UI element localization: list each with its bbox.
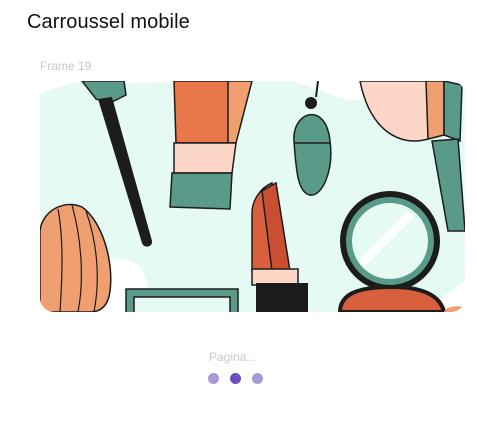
frame-label: Frame 19 <box>40 59 92 73</box>
pagination-dot-3[interactable] <box>252 373 263 384</box>
eyeshadow-palette-icon <box>125 288 239 312</box>
page-title: Carroussel mobile <box>27 11 190 33</box>
pagination-dot-2[interactable] <box>230 373 241 384</box>
pagination-label: Pagina... <box>209 350 257 364</box>
pagination-dots <box>208 373 263 384</box>
pagination-dot-1[interactable] <box>208 373 219 384</box>
cosmetics-illustration <box>40 81 465 312</box>
carousel-slide[interactable] <box>40 81 465 312</box>
